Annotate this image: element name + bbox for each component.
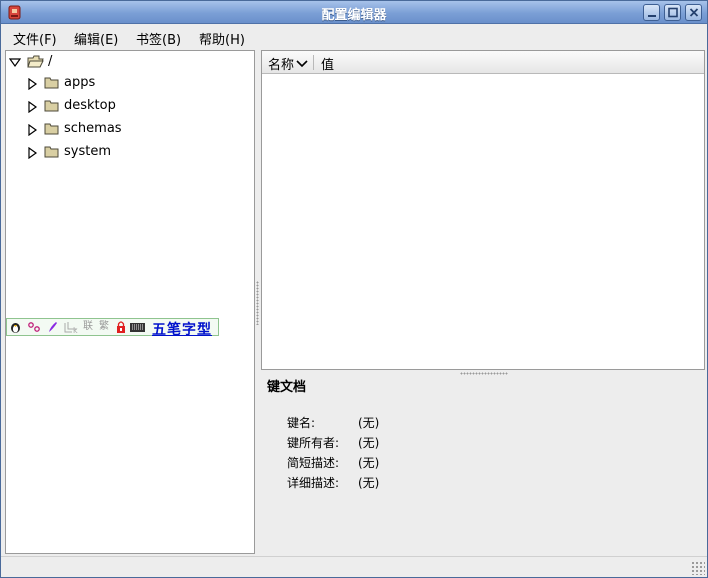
folder-open-icon [27, 55, 44, 73]
key-tree-pane[interactable]: / apps desktop schemas system [5, 50, 255, 554]
folder-icon [44, 122, 60, 140]
column-header-row: 名称 值 [262, 51, 704, 74]
tree-label-schemas: schemas [64, 121, 122, 136]
long-desc-value: (无) [358, 476, 380, 490]
penguin-icon[interactable] [9, 320, 22, 334]
tree-row-apps[interactable]: apps [6, 73, 254, 93]
maximize-button[interactable] [664, 4, 681, 21]
long-desc-label: 详细描述: [287, 476, 340, 490]
key-list-pane[interactable]: 名称 值 [261, 50, 705, 370]
svg-text:k: k [73, 326, 78, 334]
column-separator[interactable] [313, 55, 314, 70]
pane-splitter-vertical[interactable] [256, 281, 259, 325]
tree-row-desktop[interactable]: desktop [6, 96, 254, 116]
minimize-icon [648, 15, 656, 17]
key-owner-label: 键所有者: [287, 436, 340, 450]
resize-grip-icon[interactable] [691, 561, 705, 575]
menu-edit[interactable]: 编辑(E) [74, 29, 118, 48]
tree-label-desktop: desktop [64, 98, 116, 113]
folder-icon [44, 145, 60, 163]
menu-file[interactable]: 文件(F) [13, 29, 57, 48]
tree-row-root[interactable]: / [6, 52, 254, 72]
menu-bookmarks[interactable]: 书签(B) [136, 29, 181, 48]
expander-collapsed-icon[interactable] [28, 123, 38, 140]
chevron-down-icon[interactable] [296, 58, 308, 73]
key-doc-title: 键文档 [267, 380, 307, 395]
soft-keyboard-icon[interactable]: k [63, 320, 81, 335]
brush-icon[interactable] [47, 320, 59, 334]
expander-expanded-icon[interactable] [8, 57, 22, 72]
expander-collapsed-icon[interactable] [28, 77, 38, 94]
tree-label-root: / [48, 54, 53, 69]
keyboard-icon[interactable] [129, 320, 146, 334]
maximize-icon [668, 7, 678, 18]
short-desc-value: (无) [358, 456, 380, 470]
close-icon [689, 8, 699, 17]
punctuation-icon[interactable] [27, 320, 41, 334]
column-header-value[interactable]: 值 [321, 54, 334, 73]
key-owner-value: (无) [358, 436, 380, 450]
tree-label-apps: apps [64, 75, 96, 90]
config-editor-window: 配置编辑器 文件(F) 编辑(E) 书签(B) 帮助(H) / apps des… [0, 0, 708, 578]
close-button[interactable] [685, 4, 702, 21]
folder-icon [44, 76, 60, 94]
tree-row-schemas[interactable]: schemas [6, 119, 254, 139]
expander-collapsed-icon[interactable] [28, 146, 38, 163]
tree-row-system[interactable]: system [6, 142, 254, 162]
lian-icon[interactable]: 联 [83, 320, 93, 334]
input-method-name[interactable]: 五笔字型 [152, 319, 212, 339]
minimize-button[interactable] [643, 4, 660, 21]
key-name-label: 键名: [287, 416, 316, 430]
title-bar[interactable]: 配置编辑器 [1, 1, 707, 24]
lock-icon[interactable] [115, 320, 127, 334]
ime-toolbar[interactable]: k 联 繁 五笔字型 [6, 318, 219, 339]
key-name-value: (无) [358, 416, 380, 430]
window-title: 配置编辑器 [321, 8, 387, 23]
fan-icon[interactable]: 繁 [99, 320, 109, 334]
expander-collapsed-icon[interactable] [28, 100, 38, 117]
short-desc-label: 简短描述: [287, 456, 340, 470]
menu-help[interactable]: 帮助(H) [199, 29, 245, 48]
pane-splitter-horizontal[interactable] [460, 372, 508, 375]
menu-bar: 文件(F) 编辑(E) 书签(B) 帮助(H) [1, 25, 707, 49]
status-bar [1, 556, 707, 577]
tree-label-system: system [64, 144, 111, 159]
column-header-name[interactable]: 名称 [268, 54, 294, 73]
folder-icon [44, 99, 60, 117]
